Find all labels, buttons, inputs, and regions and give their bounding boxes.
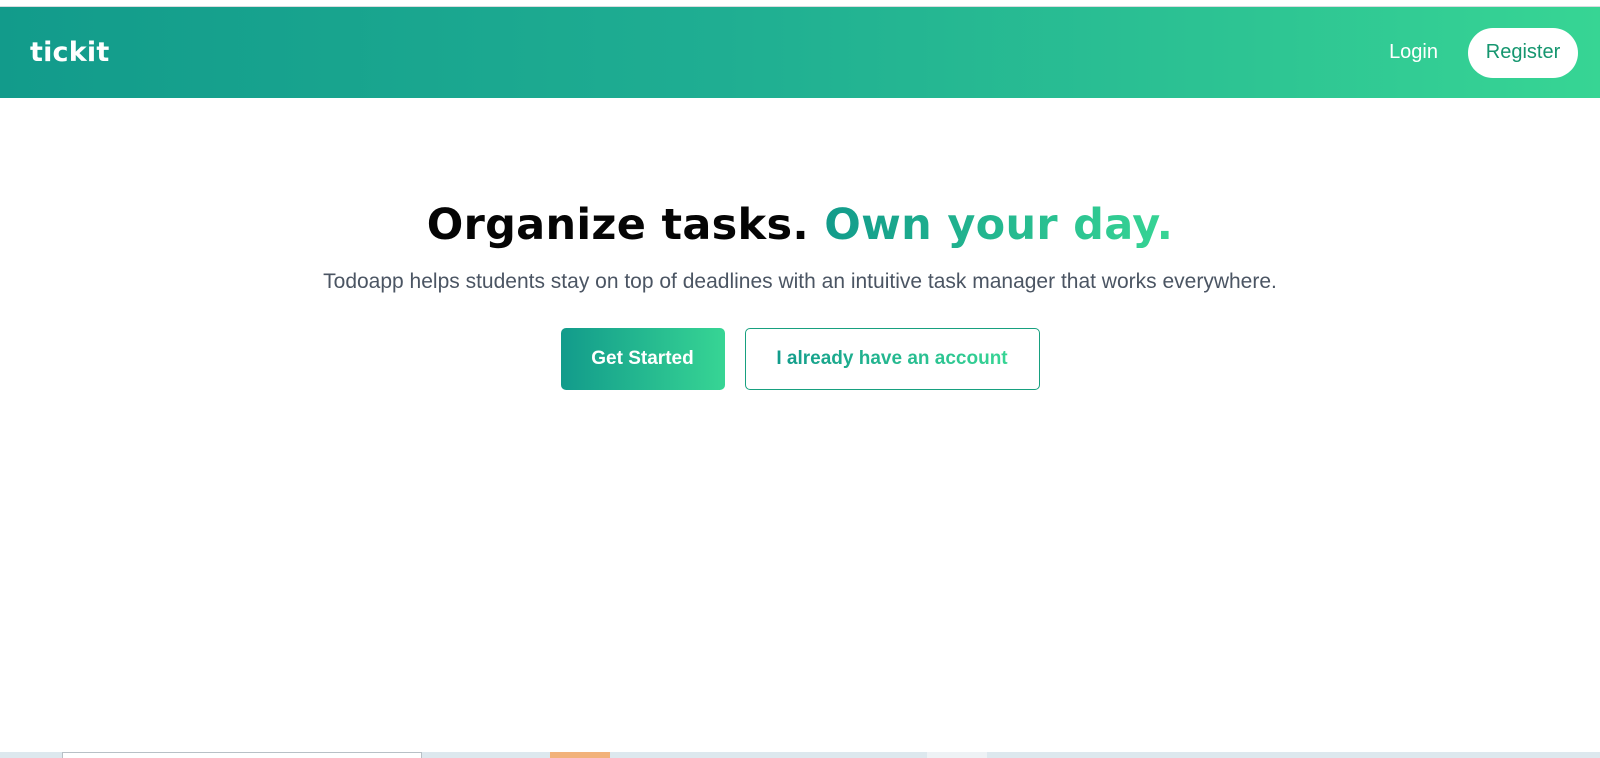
- cta-row: Get Started I already have an account: [0, 328, 1600, 390]
- taskbar: [0, 752, 1600, 758]
- brand-logo[interactable]: tickit: [30, 37, 109, 68]
- have-account-label: I already have an account: [776, 348, 1008, 369]
- nav-actions: Login Register: [1389, 27, 1578, 78]
- have-account-button[interactable]: I already have an account: [744, 328, 1040, 390]
- login-link[interactable]: Login: [1389, 41, 1438, 64]
- hero-subtitle: Todoapp helps students stay on top of de…: [323, 270, 1277, 293]
- taskbar-app-icon[interactable]: [550, 752, 610, 758]
- hero-section: Organize tasks. Own your day. Todoapp he…: [0, 98, 1600, 390]
- navbar: tickit Login Register: [0, 7, 1600, 98]
- register-button[interactable]: Register: [1468, 27, 1578, 78]
- headline-accent: Own your day.: [824, 200, 1174, 250]
- headline-plain: Organize tasks.: [426, 200, 809, 250]
- hero-headline: Organize tasks. Own your day.: [0, 200, 1600, 250]
- get-started-button[interactable]: Get Started: [560, 328, 725, 390]
- taskbar-app-icon[interactable]: [927, 752, 987, 758]
- taskbar-search-box[interactable]: [62, 752, 422, 758]
- browser-top-strip: [0, 0, 1600, 7]
